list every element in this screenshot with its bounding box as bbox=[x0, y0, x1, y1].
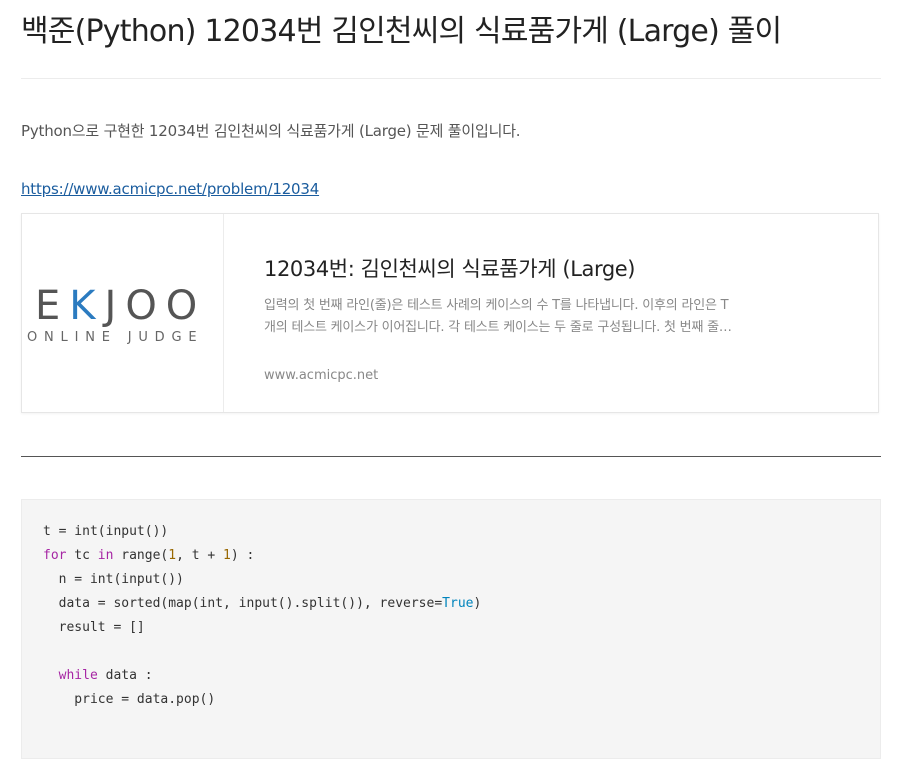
post: 백준(Python) 12034번 김인천씨의 식료품가게 (Large) 풀이… bbox=[0, 0, 906, 759]
card-thumbnail: EKJOO ONLINE JUDGE bbox=[22, 214, 224, 412]
card-title[interactable]: 12034번: 김인천씨의 식료품가게 (Large) bbox=[264, 254, 635, 284]
card-description: 입력의 첫 번째 라인(줄)은 테스트 사례의 케이스의 수 T를 나타냅니다.… bbox=[264, 298, 731, 335]
code-line: while data : bbox=[58, 668, 153, 683]
logo-letters-joo: JOO bbox=[104, 283, 207, 329]
problem-link[interactable]: https://www.acmicpc.net/problem/12034 bbox=[21, 178, 319, 200]
code-line: price = data.pop() bbox=[43, 692, 216, 707]
post-intro: Python으로 구현한 12034번 김인천씨의 식료품가게 (Large) … bbox=[21, 122, 521, 140]
logo-letter-e: E bbox=[35, 283, 70, 329]
code-listing: t = int(input()) for tc in range(1, t + 1… bbox=[43, 520, 481, 712]
code-block: t = int(input()) for tc in range(1, t + 1… bbox=[21, 499, 881, 759]
code-line: for tc in range(1, t + 1) : bbox=[43, 548, 255, 563]
title-divider bbox=[21, 78, 881, 79]
logo-subtitle: ONLINE JUDGE bbox=[27, 330, 204, 345]
link-preview-card[interactable]: EKJOO ONLINE JUDGE 12034번: 김인천씨의 식료품가게 (… bbox=[21, 213, 879, 413]
section-divider bbox=[21, 456, 881, 457]
code-line: n = int(input()) bbox=[43, 572, 184, 587]
card-domain: www.acmicpc.net bbox=[264, 368, 379, 383]
code-line: data = sorted(map(int, input().split()),… bbox=[43, 596, 482, 611]
post-title: 백준(Python) 12034번 김인천씨의 식료품가게 (Large) 풀이 bbox=[21, 14, 782, 49]
logo-letter-k: K bbox=[69, 283, 105, 329]
baekjoon-logo: EKJOO bbox=[35, 284, 206, 328]
code-line: result = [] bbox=[43, 620, 145, 635]
code-line: t = int(input()) bbox=[43, 524, 169, 539]
